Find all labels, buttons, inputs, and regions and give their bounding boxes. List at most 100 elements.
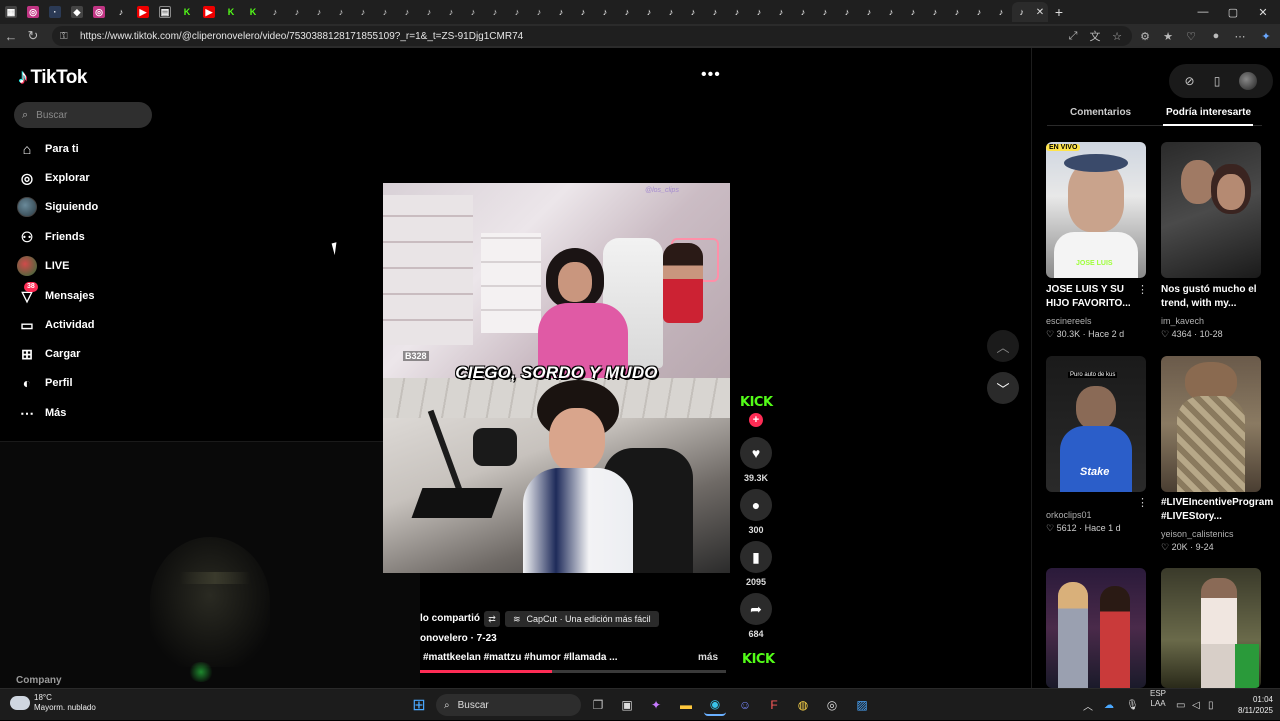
card-options-icon[interactable]: ⋮ [1137,496,1148,509]
favorites-icon[interactable]: ★ [1157,24,1179,48]
maximize-button[interactable]: ▢ [1218,0,1248,24]
tab[interactable]: ♪ [704,2,726,22]
video-thumbnail[interactable] [1161,142,1261,278]
battery-icon[interactable]: ▯ [1208,689,1214,721]
close-tab-icon[interactable]: ✕ [1036,7,1044,18]
mic-icon[interactable]: 🎙 [1126,689,1139,721]
chrome-icon[interactable]: ◍ [792,694,814,716]
video-thumbnail[interactable]: Puro auto de kus Stake [1046,356,1146,492]
card-user[interactable]: escinereels [1046,316,1092,326]
sidebar-item-live[interactable]: LIVE [16,253,69,279]
start-button[interactable]: ⊞ [408,694,430,716]
sidebar-item-mas[interactable]: ⋯ Más [16,400,66,426]
card-user[interactable]: yeison_calistenics [1161,529,1234,539]
video-player[interactable]: @los_clips B328 CIEGO, SORDO Y MUDO [383,183,730,573]
card-title[interactable]: Nos gustó mucho el trend, with my... [1161,283,1261,311]
card-options-icon[interactable]: ⋮ [1137,283,1148,296]
tab[interactable]: ♪ [308,2,330,22]
card-user[interactable]: im_kavech [1161,316,1204,326]
translate-icon[interactable]: 文 [1084,24,1106,48]
tab[interactable]: ♪ [330,2,352,22]
tab[interactable]: ♪ [880,2,902,22]
save-button[interactable]: ▮ [740,541,772,573]
extensions-icon[interactable]: ⚙ [1134,24,1156,48]
previous-video-button[interactable]: ︿ [987,330,1019,362]
tab[interactable]: ♪ [660,2,682,22]
card-title[interactable]: JOSE LUIS Y SU HIJO FAVORITO... [1046,283,1146,311]
tab[interactable]: ♪ [286,2,308,22]
tab[interactable]: ♪ [682,2,704,22]
tab[interactable]: ♪ [616,2,638,22]
tab[interactable]: ♪ [110,2,132,22]
url-field[interactable]: ⚿ https://www.tiktok.com/@cliperonoveler… [52,26,1132,46]
company-link[interactable]: Company [16,675,62,686]
sidebar-item-siguiendo[interactable]: Siguiendo [16,194,98,220]
tab[interactable]: ♪ [484,2,506,22]
tab[interactable]: ♪ [572,2,594,22]
system-clock[interactable]: 01:04 8/11/2025 [1223,694,1273,716]
tab[interactable]: ♪ [374,2,396,22]
tiktok-logo[interactable]: ♪ TikTok [18,66,87,89]
video-thumbnail[interactable]: EN VIVO JOSE LUIS [1046,142,1146,278]
app-icon[interactable]: F [763,694,785,716]
more-description-button[interactable]: más [698,652,718,663]
minimize-button[interactable]: — [1188,0,1218,24]
next-video-button[interactable]: ﹀ [987,372,1019,404]
browser-essentials-icon[interactable]: ♡ [1180,24,1202,48]
tab-comentarios[interactable]: Comentarios [1070,107,1131,118]
author-date[interactable]: onovelero · 7-23 [420,633,497,644]
discord-icon[interactable]: ☺ [734,694,756,716]
tab[interactable]: ♪ [968,2,990,22]
tab[interactable]: ♪ [528,2,550,22]
tab[interactable]: ♪ [638,2,660,22]
capcut-link[interactable]: ≋ CapCut · Una edición más fácil [505,611,659,627]
tab-active[interactable]: ♪ ✕ [1012,2,1048,22]
video-thumbnail[interactable] [1161,356,1261,492]
tab[interactable]: ▶ [198,2,220,22]
tab[interactable]: ▶ [132,2,154,22]
tab[interactable]: ♪ [462,2,484,22]
task-view-icon[interactable]: ❐ [587,694,609,716]
tab[interactable]: ♪ [924,2,946,22]
tab[interactable]: ♪ [770,2,792,22]
tab[interactable]: ♪ [858,2,880,22]
tab[interactable]: ◆ [66,2,88,22]
video-thumbnail[interactable] [1161,568,1261,688]
new-tab-button[interactable]: + [1048,2,1070,22]
sidebar-item-perfil[interactable]: ◐ Perfil [16,370,73,396]
copilot-taskbar-icon[interactable]: ✦ [645,694,667,716]
card-title[interactable]: #LIVEIncentiveProgram #LIVEStory... [1161,496,1273,524]
tab[interactable]: ♪ [902,2,924,22]
tab[interactable]: K [176,2,198,22]
profile-avatar[interactable]: ● [1205,24,1227,48]
card-user[interactable]: orkoclips01 [1046,510,1092,520]
tab[interactable]: ♪ [792,2,814,22]
tab-podria-interesarte[interactable]: Podría interesarte [1166,107,1251,118]
sidebar-item-explorar[interactable]: ◎ Explorar [16,165,90,191]
weather-widget[interactable]: 18°C Mayorm. nublado [10,693,96,713]
video-progress-bar[interactable] [420,670,726,673]
photos-icon[interactable]: ▨ [851,694,873,716]
reload-button[interactable]: ↻ [22,25,44,47]
close-window-button[interactable]: ✕ [1248,0,1278,24]
tab[interactable]: K [242,2,264,22]
tab[interactable]: ♪ [814,2,836,22]
tab[interactable]: · [44,2,66,22]
video-hashtags[interactable]: #mattkeelan #mattzu #humor #llamada ... [423,652,618,663]
sidebar-item-para-ti[interactable]: ⌂ Para ti [16,136,79,162]
network-icon[interactable]: ▭ [1176,689,1185,721]
tab[interactable]: ♪ [506,2,528,22]
language-indicator[interactable]: ESP LAA [1150,689,1166,721]
file-explorer-icon[interactable]: ▬ [675,694,697,716]
like-button[interactable]: ♥ [740,437,772,469]
tab[interactable]: ▤ [154,2,176,22]
obs-icon[interactable]: ◎ [821,694,843,716]
tab[interactable]: ♪ [396,2,418,22]
compass-small-icon[interactable]: ⊘ [1185,74,1195,88]
onedrive-icon[interactable]: ☁ [1104,689,1114,721]
tab[interactable]: K [220,2,242,22]
tab[interactable]: ♪ [946,2,968,22]
tab[interactable]: ♪ [352,2,374,22]
creator-avatar-kick[interactable]: KICK [740,395,773,410]
user-avatar[interactable] [1239,72,1258,90]
